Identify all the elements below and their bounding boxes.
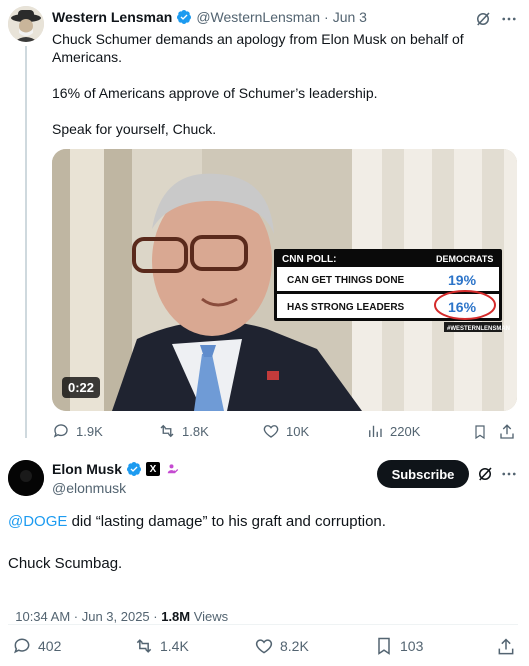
- verified-badge-icon: [127, 462, 142, 476]
- video-player[interactable]: CNN POLL: DEMOCRATS CAN GET THINGS DONE …: [52, 149, 517, 411]
- post-author-name[interactable]: Elon Musk: [52, 461, 122, 477]
- retweet-icon: [160, 424, 174, 438]
- reply-count: 1.9K: [76, 423, 103, 439]
- video-watermark: #WESTERNLENSMAN: [447, 326, 510, 332]
- heart-icon: [263, 425, 279, 438]
- poll-row-label: HAS STRONG LEADERS: [287, 302, 405, 313]
- quoted-handle[interactable]: @WesternLensman: [196, 9, 320, 25]
- quoted-views-button[interactable]: 220K: [366, 422, 420, 440]
- retweet-icon: [136, 639, 152, 653]
- more-options-icon[interactable]: [500, 465, 518, 483]
- grok-icon[interactable]: [474, 10, 492, 28]
- quoted-text-line: Chuck Schumer demands an apology from El…: [52, 31, 464, 47]
- post-bookmark-button[interactable]: 103: [374, 636, 423, 656]
- bookmark-icon: [378, 637, 390, 655]
- quoted-reply-button[interactable]: 1.9K: [52, 422, 103, 440]
- reply-icon: [14, 638, 30, 654]
- post-timestamp[interactable]: 10:34 AM · Jun 3, 2025 ·: [15, 609, 161, 624]
- like-count: 8.2K: [280, 638, 309, 654]
- retweet-count: 1.8K: [182, 423, 209, 439]
- quoted-retweet-button[interactable]: 1.8K: [158, 422, 209, 440]
- subscribe-button[interactable]: Subscribe: [377, 460, 469, 488]
- post-text-line: did “lasting damage” to his graft and co…: [67, 513, 386, 530]
- post-text-line: Chuck Scumbag.: [8, 555, 123, 572]
- poll-label: CNN POLL:: [282, 254, 336, 265]
- x-affiliate-badge-icon: X: [146, 462, 161, 476]
- like-count: 10K: [286, 423, 310, 439]
- bookmark-count: 103: [400, 638, 424, 654]
- video-duration-badge: 0:22: [62, 377, 101, 398]
- post-views-label: Views: [190, 609, 229, 624]
- doge-mention-link[interactable]: @DOGE: [8, 513, 67, 530]
- government-affiliation-icon: [167, 463, 179, 473]
- quoted-tweet-text: Chuck Schumer demands an apology from El…: [52, 30, 512, 138]
- heart-icon: [255, 639, 273, 654]
- more-options-icon[interactable]: [500, 10, 518, 28]
- elon-avatar[interactable]: [8, 460, 44, 496]
- views-count: 220K: [390, 423, 421, 439]
- retweet-count: 1.4K: [160, 638, 189, 654]
- post-reply-button[interactable]: 402: [12, 636, 61, 656]
- share-icon[interactable]: [498, 423, 516, 441]
- quoted-date[interactable]: Jun 3: [333, 9, 367, 25]
- poll-row-label: CAN GET THINGS DONE: [287, 275, 405, 286]
- quoted-like-button[interactable]: 10K: [262, 422, 309, 440]
- separator-dot: ·: [324, 9, 329, 25]
- cowboy-avatar-image: [8, 6, 44, 42]
- poll-column-header: DEMOCRATS: [436, 254, 493, 264]
- thread-line: [25, 46, 27, 438]
- reply-icon: [53, 424, 68, 438]
- bookmark-icon[interactable]: [472, 423, 488, 441]
- verified-badge-icon: [177, 10, 192, 24]
- reply-count: 402: [38, 638, 62, 654]
- avatar-image: [8, 460, 44, 496]
- poll-row-value: 16%: [448, 299, 477, 315]
- video-frame-image: CNN POLL: DEMOCRATS CAN GET THINGS DONE …: [52, 149, 517, 411]
- post-handle[interactable]: @elonmusk: [52, 480, 126, 496]
- views-chart-icon: [369, 425, 382, 437]
- post-meta: 10:34 AM · Jun 3, 2025 · 1.8M Views: [8, 594, 228, 624]
- quoted-author-name[interactable]: Western Lensman: [52, 9, 172, 25]
- post-text: @DOGE did “lasting damage” to his graft …: [8, 512, 518, 574]
- grok-icon[interactable]: [476, 465, 494, 483]
- poll-row-value: 19%: [448, 272, 477, 288]
- divider: [8, 624, 518, 625]
- quoted-text-line: Speak for yourself, Chuck.: [52, 121, 217, 137]
- quoted-text-line: Americans.: [52, 49, 123, 65]
- post-like-button[interactable]: 8.2K: [254, 636, 309, 656]
- post-retweet-button[interactable]: 1.4K: [134, 636, 189, 656]
- quoted-avatar[interactable]: [8, 6, 44, 42]
- share-icon[interactable]: [496, 637, 516, 657]
- post-views-count: 1.8M: [161, 609, 191, 624]
- quoted-text-line: 16% of Americans approve of Schumer’s le…: [52, 85, 378, 101]
